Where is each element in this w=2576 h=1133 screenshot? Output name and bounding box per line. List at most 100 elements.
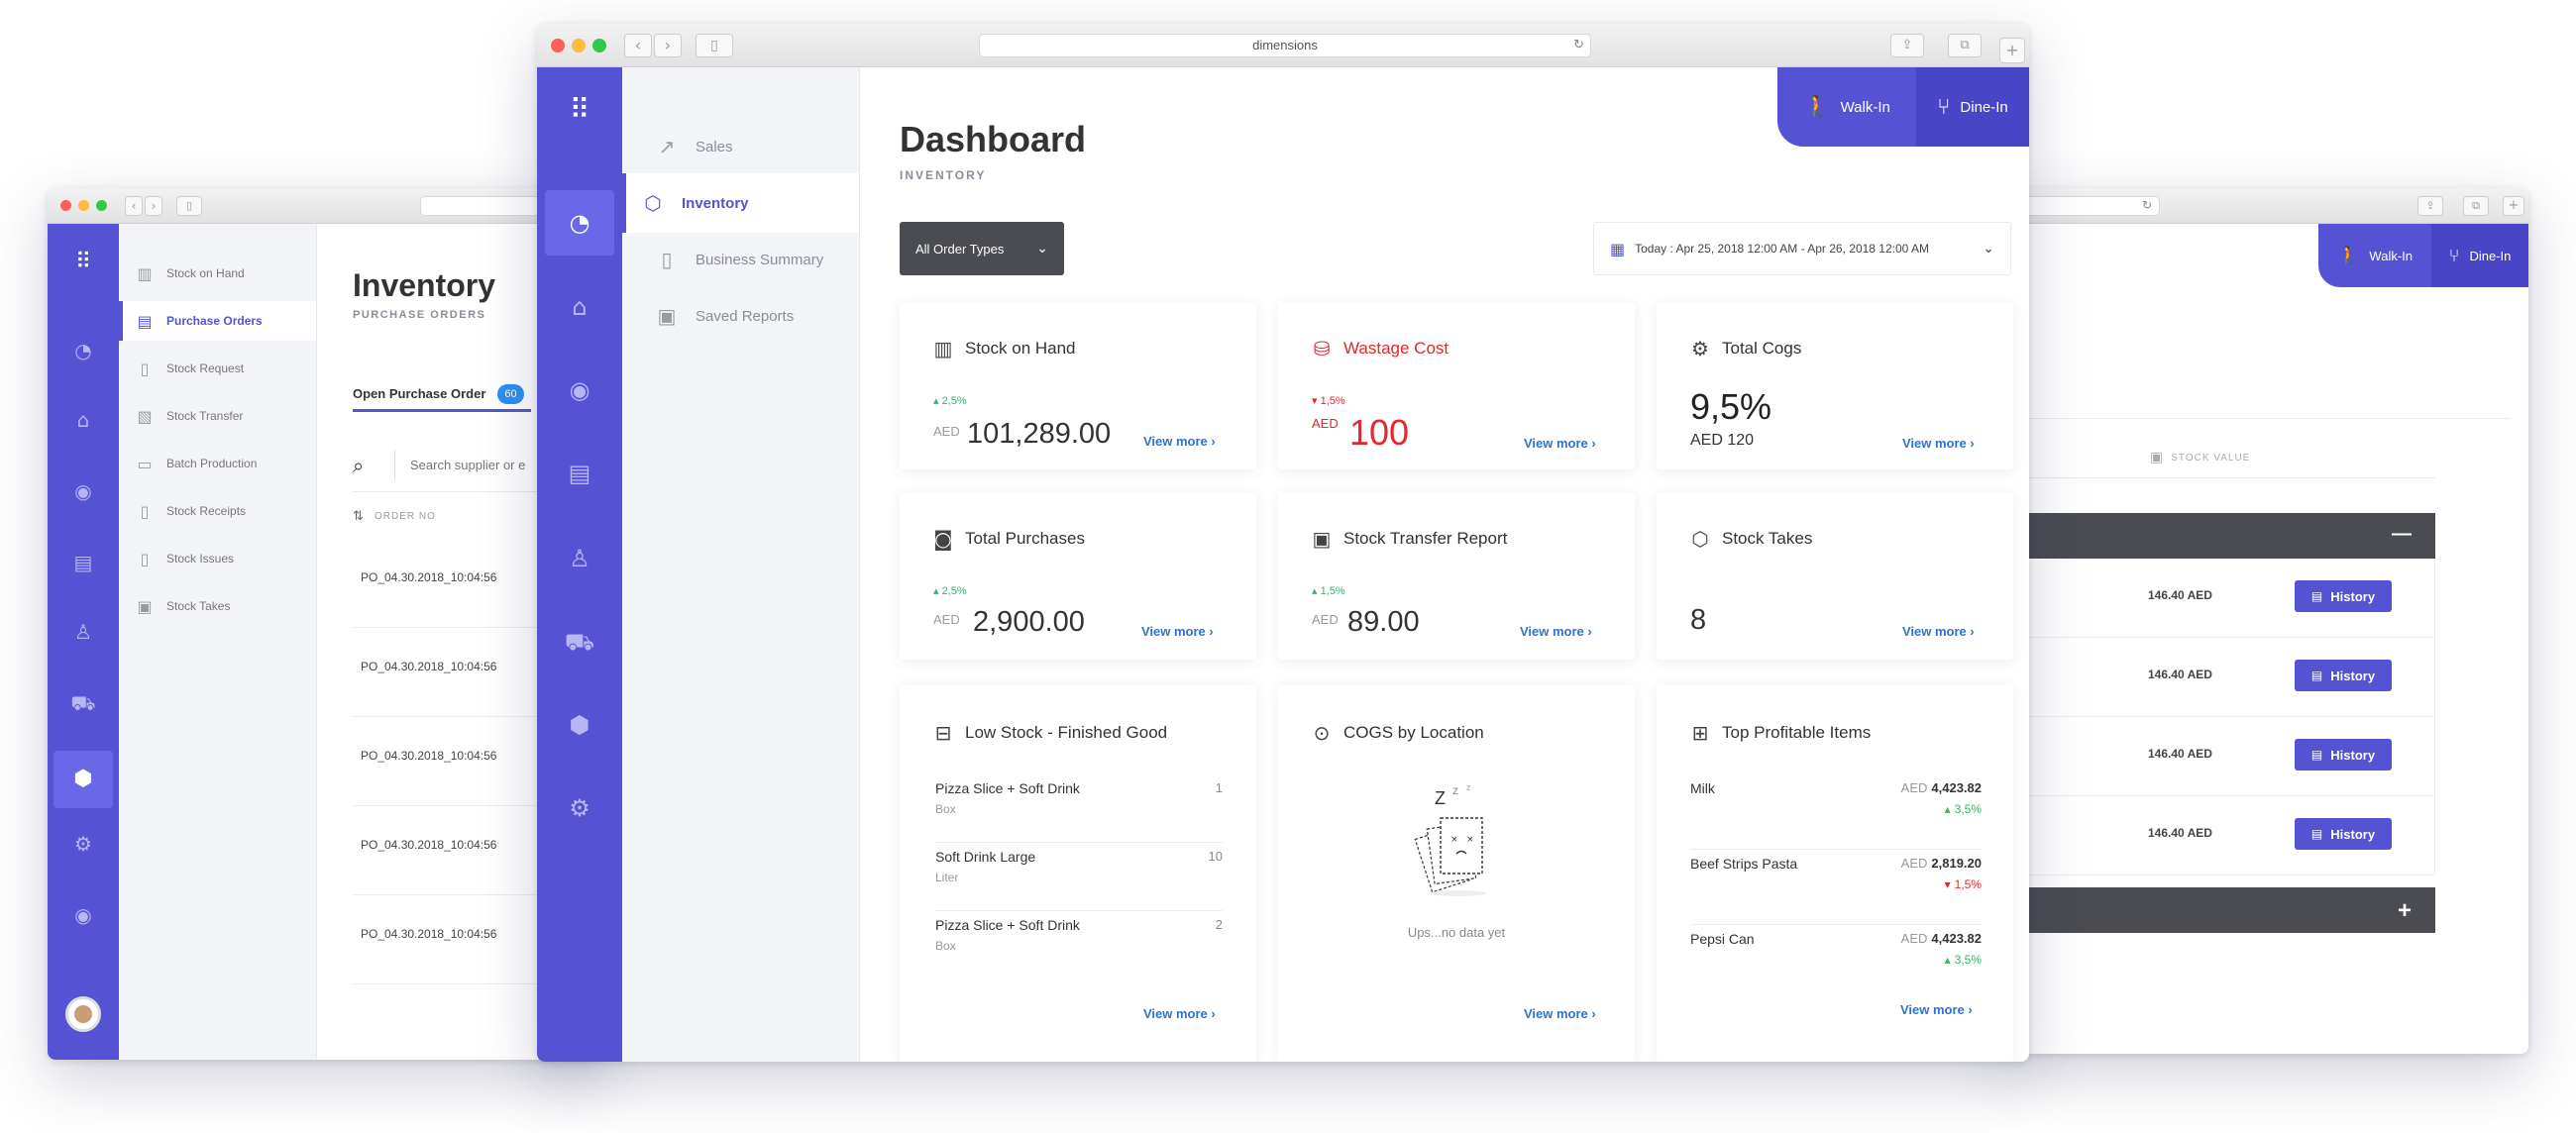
service-bell-icon[interactable]: ⌂	[537, 293, 622, 321]
user-avatar[interactable]	[65, 996, 101, 1032]
expand-icon[interactable]: +	[2398, 897, 2412, 925]
apps-grid-icon[interactable]: ⠿	[48, 250, 119, 274]
sidebar-toggle-button[interactable]: ▯	[176, 196, 202, 216]
walkin-button[interactable]: 🚶 Walk-In	[2318, 224, 2431, 287]
metric-value: 100	[1349, 412, 1410, 453]
new-tab-button[interactable]: +	[1999, 38, 2025, 63]
billing-icon[interactable]: ▤	[48, 551, 119, 574]
maximize-window-button[interactable]	[592, 39, 606, 52]
settings-gear-icon[interactable]: ⚙	[48, 832, 119, 856]
sidebar-toggle-button[interactable]: ▯	[696, 34, 733, 57]
location-pin-icon[interactable]: ◉	[537, 376, 622, 404]
tabs-overview-button[interactable]: ⧉	[1948, 34, 1982, 57]
amount-value: 4,423.82	[1931, 780, 1982, 795]
view-more-link[interactable]: View more ›	[1900, 1002, 1973, 1017]
dashboard-window: ‹ › ▯ dimensions ↻ ⇪ ⧉ + ⠿ ◔ ⌂ ◉ ▤ ♙ ⛟ ⬢…	[537, 24, 2029, 1062]
share-button[interactable]: ⇪	[1890, 34, 1924, 57]
inventory-box-icon[interactable]: ⬢	[54, 751, 113, 808]
card-title-row: ⚙ Total Cogs	[1688, 337, 1801, 360]
subnav-item[interactable]: ▯ Stock Issues	[119, 539, 316, 578]
minimize-window-button[interactable]	[78, 200, 89, 211]
subnav-item[interactable]: ▣ Saved Reports	[622, 286, 859, 346]
back-button[interactable]: ‹	[624, 34, 652, 57]
back-button[interactable]: ‹	[125, 196, 143, 216]
history-button[interactable]: ▤ History	[2295, 580, 2392, 612]
card-title-row: ⊟ Low Stock - Finished Good	[931, 721, 1168, 745]
list-item[interactable]: Pizza Slice + Soft Drink Box 1	[935, 774, 1223, 843]
date-range-picker[interactable]: ▦ Today : Apr 25, 2018 12:00 AM - Apr 26…	[1593, 222, 2011, 275]
subnav-item[interactable]: ▧ Stock Transfer	[119, 396, 316, 436]
power-icon[interactable]: ◉	[48, 903, 119, 927]
delivery-icon[interactable]: ⛟	[537, 628, 622, 659]
view-more-link[interactable]: View more ›	[1143, 434, 1216, 449]
view-more-label: View more	[1902, 436, 1967, 451]
sort-icon[interactable]: ⇅	[353, 509, 364, 524]
chevron-right-icon: ›	[1209, 624, 1214, 639]
view-more-link[interactable]: View more ›	[1143, 1006, 1216, 1021]
dinein-button[interactable]: ⑂ Dine-In	[1916, 67, 2029, 147]
staff-icon[interactable]: ♙	[537, 545, 622, 572]
reload-icon[interactable]: ↻	[1573, 35, 1584, 56]
collapse-icon[interactable]: —	[2392, 523, 2412, 546]
group-header-collapsed[interactable]: +	[2001, 887, 2435, 933]
reload-icon[interactable]: ↻	[2142, 198, 2152, 212]
list-item[interactable]: Pepsi Can AED 4,423.82 ▴ 3,5%	[1690, 925, 1982, 1000]
billing-icon[interactable]: ▤	[537, 460, 622, 487]
subnav-item[interactable]: ▯ Business Summary	[622, 230, 859, 289]
subnav-item[interactable]: ▯ Stock Receipts	[119, 491, 316, 531]
order-type-select[interactable]: All Order Types ⌄	[900, 222, 1064, 275]
view-more-link[interactable]: View more ›	[1902, 624, 1975, 639]
group-header-expanded[interactable]: —	[2001, 513, 2435, 559]
list-item[interactable]: Soft Drink Large Liter 10	[935, 843, 1223, 911]
location-pin-icon[interactable]: ◉	[48, 479, 119, 503]
history-button[interactable]: ▤ History	[2295, 818, 2392, 850]
forward-button[interactable]: ›	[145, 196, 162, 216]
close-window-button[interactable]	[551, 39, 565, 52]
list-item[interactable]: Pizza Slice + Soft Drink Box 2	[935, 911, 1223, 979]
apps-grid-icon[interactable]: ⠿	[537, 93, 622, 126]
card-title: COGS by Location	[1343, 723, 1484, 742]
history-button[interactable]: ▤ History	[2295, 660, 2392, 691]
share-button[interactable]: ⇪	[2417, 196, 2443, 216]
subnav-item[interactable]: ↗ Sales	[622, 117, 859, 176]
subnav-item[interactable]: ▯ Stock Request	[119, 349, 316, 388]
metric-value: 8	[1690, 604, 1707, 636]
forward-button[interactable]: ›	[654, 34, 682, 57]
view-more-link[interactable]: View more ›	[1141, 624, 1214, 639]
settings-gear-icon[interactable]: ⚙	[537, 794, 622, 822]
building-icon: ▥	[933, 337, 953, 360]
close-window-button[interactable]	[60, 200, 71, 211]
walkin-button[interactable]: 🚶 Walk-In	[1777, 67, 1916, 147]
dinein-button[interactable]: ⑂ Dine-In	[2431, 224, 2528, 287]
maximize-window-button[interactable]	[96, 200, 107, 211]
dashboard-icon[interactable]: ◔	[48, 339, 119, 362]
address-bar[interactable]: dimensions ↻	[979, 34, 1591, 57]
walking-person-icon: 🚶	[1803, 94, 1831, 120]
view-more-link[interactable]: View more ›	[1524, 436, 1596, 451]
subnav-item[interactable]: ▭ Batch Production	[119, 444, 316, 483]
card-title: Total Cogs	[1722, 339, 1802, 358]
building-icon: ▥	[137, 263, 153, 283]
delivery-icon[interactable]: ⛟	[48, 691, 119, 718]
delta-value: 1,5%	[1320, 585, 1345, 597]
subnav-item[interactable]: ⬡ Inventory	[622, 173, 859, 233]
view-more-link[interactable]: View more ›	[1520, 624, 1592, 639]
view-more-link[interactable]: View more ›	[1524, 1006, 1596, 1021]
minimize-window-button[interactable]	[572, 39, 586, 52]
list-item[interactable]: Beef Strips Pasta AED 2,819.20 ▾ 1,5%	[1690, 850, 1982, 925]
dashboard-icon[interactable]: ◔	[545, 190, 614, 256]
history-button[interactable]: ▤ History	[2295, 739, 2392, 771]
staff-icon[interactable]: ♙	[48, 620, 119, 644]
new-tab-button[interactable]: +	[2503, 196, 2524, 216]
subnav-item[interactable]: ▥ Stock on Hand	[119, 254, 316, 293]
tab-open-purchase-order[interactable]: Open Purchase Order 60	[353, 378, 531, 412]
url-text: dimensions	[1252, 38, 1318, 52]
inventory-box-icon[interactable]: ⬢	[537, 711, 622, 739]
subnav-item[interactable]: ▤ Purchase Orders	[119, 301, 316, 341]
tabs-overview-button[interactable]: ⧉	[2463, 196, 2489, 216]
list-item[interactable]: Milk AED 4,423.82 ▴ 3,5%	[1690, 774, 1982, 850]
service-bell-icon[interactable]: ⌂	[48, 408, 119, 432]
subnav-item[interactable]: ▣ Stock Takes	[119, 586, 316, 626]
currency-label: AED	[1312, 416, 1339, 431]
view-more-link[interactable]: View more ›	[1902, 436, 1975, 451]
